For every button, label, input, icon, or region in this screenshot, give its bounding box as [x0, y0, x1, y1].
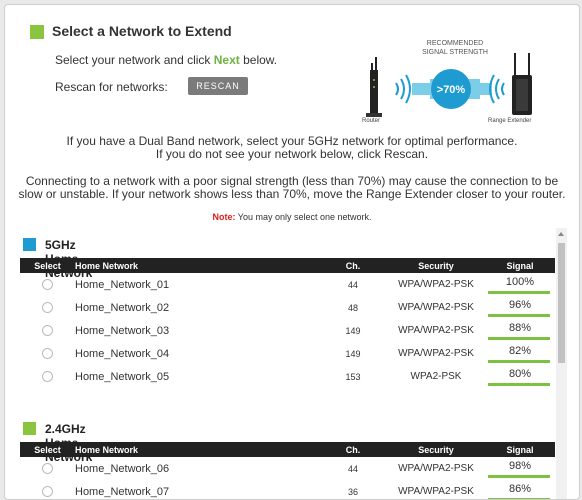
network-name: Home_Network_04 [75, 347, 170, 360]
network-name: Home_Network_02 [75, 301, 170, 314]
signal-value: 88% [508, 322, 532, 334]
network-name: Home_Network_05 [75, 370, 170, 383]
network-name: Home_Network_06 [75, 462, 170, 475]
network-table: Select Home Network Ch. Security Signal Home_… [20, 258, 555, 388]
rescan-label: Rescan for networks: [55, 80, 168, 94]
selection-note: Note: You may only select one network. [212, 212, 372, 222]
section-marker [23, 238, 36, 251]
network-radio[interactable] [42, 279, 53, 291]
signal-cell: 100% [485, 273, 555, 296]
rescan-button[interactable]: RESCAN [188, 77, 248, 95]
header-security: Security [387, 442, 485, 457]
network-channel: 48 [347, 302, 358, 313]
scroll-up-icon[interactable] [558, 232, 564, 236]
table-row[interactable]: Home_Network_04 149 WPA/WPA2-PSK 82% [20, 342, 555, 365]
network-name: Home_Network_07 [75, 485, 170, 498]
dual-band-info: If you have a Dual Band network, select … [66, 134, 518, 161]
signal-illustration: >70% [366, 53, 532, 117]
network-security: WPA/WPA2-PSK [398, 486, 474, 497]
left-wave-icon [395, 74, 411, 104]
signal-bar [488, 314, 550, 317]
signal-cell: 86% [485, 480, 555, 499]
table-row[interactable]: Home_Network_05 153 WPA2-PSK 80% [20, 365, 555, 388]
signal-cell: 82% [485, 342, 555, 365]
next-keyword: Next [213, 53, 240, 67]
header-signal: Signal [485, 442, 555, 457]
network-channel: 149 [345, 325, 361, 336]
signal-value: 98% [508, 460, 532, 472]
network-list[interactable]: 5GHz Home NetworkSelectHome NetworkCh.Se… [18, 228, 567, 499]
signal-value: 96% [508, 299, 532, 311]
table-header-row: Select Home Network Ch. Security Signal [20, 442, 555, 457]
network-radio[interactable] [42, 302, 53, 314]
table-row[interactable]: Home_Network_06 44 WPA/WPA2-PSK 98% [20, 457, 555, 480]
signal-value: 82% [508, 345, 532, 357]
page-title: Select a Network to Extend [52, 23, 232, 39]
network-channel: 153 [345, 371, 361, 382]
table-header-row: Select Home Network Ch. Security Signal [20, 258, 555, 273]
header-network: Home Network [75, 258, 319, 273]
scrollbar-thumb[interactable] [558, 243, 565, 363]
network-security: WPA/WPA2-PSK [398, 325, 474, 336]
network-security: WPA/WPA2-PSK [398, 348, 474, 359]
table-row[interactable]: Home_Network_03 149 WPA/WPA2-PSK 88% [20, 319, 555, 342]
header-marker [30, 25, 44, 39]
network-table: Select Home Network Ch. Security Signal Home_… [20, 442, 555, 499]
header-select: Select [20, 258, 75, 273]
signal-bar [488, 337, 550, 340]
network-radio[interactable] [42, 325, 53, 337]
signal-value: 100% [505, 276, 535, 288]
table-row[interactable]: Home_Network_07 36 WPA/WPA2-PSK 86% [20, 480, 555, 499]
range-extender-icon [512, 53, 532, 115]
network-security: WPA2-PSK [410, 371, 462, 382]
poor-signal-info: Connecting to a network with a poor sign… [18, 174, 566, 201]
table-row[interactable]: Home_Network_01 44 WPA/WPA2-PSK 100% [20, 273, 555, 296]
vertical-scrollbar[interactable] [556, 228, 567, 499]
signal-cell: 80% [485, 365, 555, 388]
header-security: Security [387, 258, 485, 273]
network-security: WPA/WPA2-PSK [398, 463, 474, 474]
header-select: Select [20, 442, 75, 457]
network-channel: 44 [347, 279, 358, 290]
network-channel: 36 [347, 486, 358, 497]
signal-cell: 96% [485, 296, 555, 319]
signal-bar [488, 383, 550, 386]
signal-bar [488, 291, 550, 294]
signal-bar [488, 475, 550, 478]
network-radio[interactable] [42, 348, 53, 360]
signal-cell: 98% [485, 457, 555, 480]
header-channel: Ch. [319, 258, 387, 273]
table-row[interactable]: Home_Network_02 48 WPA/WPA2-PSK 96% [20, 296, 555, 319]
network-radio[interactable] [42, 486, 53, 498]
signal-value: 80% [508, 368, 532, 380]
extend-panel: Select a Network to Extend Select your n… [4, 4, 580, 500]
threshold-value: >70% [437, 84, 466, 96]
header-signal: Signal [485, 258, 555, 273]
section-marker [23, 422, 36, 435]
header-channel: Ch. [319, 442, 387, 457]
signal-value: 86% [508, 483, 532, 495]
router-label: Router [362, 118, 381, 124]
header-network: Home Network [75, 442, 319, 457]
network-security: WPA/WPA2-PSK [398, 279, 474, 290]
signal-cell: 88% [485, 319, 555, 342]
extender-label: Range Extender [488, 118, 532, 124]
network-name: Home_Network_01 [75, 278, 170, 291]
network-radio[interactable] [42, 463, 53, 475]
network-security: WPA/WPA2-PSK [398, 302, 474, 313]
network-channel: 149 [345, 348, 361, 359]
network-channel: 44 [347, 463, 358, 474]
network-radio[interactable] [42, 371, 53, 383]
signal-strength-graphic: RECOMMENDED SIGNAL STRENGTH >70% Router … [360, 35, 550, 130]
router-icon [366, 57, 382, 117]
network-name: Home_Network_03 [75, 324, 170, 337]
right-wave-icon [489, 74, 505, 104]
select-instruction: Select your network and click Next below… [55, 53, 278, 67]
signal-bar [488, 360, 550, 363]
